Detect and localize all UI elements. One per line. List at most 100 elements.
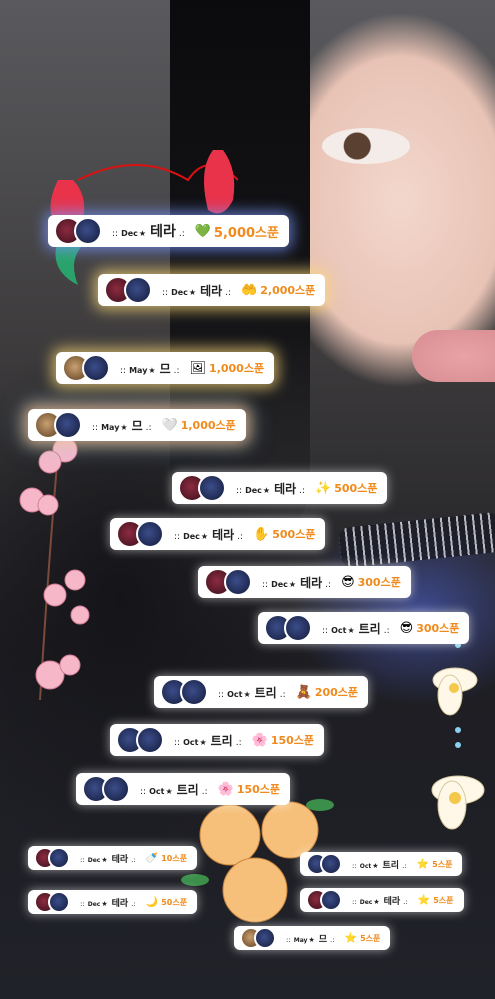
moon-icon: 🌙 (145, 896, 159, 908)
donor-dots: :: (174, 737, 181, 748)
donor-name: :: Oct ★ 트리.: (218, 684, 286, 701)
donation-badge[interactable]: :: Dec ★ 테라.: 🌙 50스푼 (28, 890, 198, 914)
donor-name: 테라 (200, 283, 223, 298)
donor-tail: .: (403, 897, 408, 906)
donor-dots: :: (162, 287, 169, 298)
donation-badge[interactable]: :: May ★ 므.: 🤍 1,000스푼 (28, 409, 246, 441)
donor-month: May (293, 936, 308, 944)
lips (412, 330, 495, 382)
cherry-blossom-decoration-icon (19, 429, 90, 701)
donor-name: 트리 (358, 621, 381, 636)
avatar (124, 276, 152, 304)
avatar-group (264, 614, 312, 642)
flower-icon: 🌸 (251, 732, 268, 748)
donor-dots: :: (92, 422, 99, 433)
avatar (198, 474, 226, 502)
star-icon: ⭐ (417, 894, 431, 906)
frame-icon: 🖼 (189, 360, 207, 376)
spoon-amount: 500스푼 (272, 528, 316, 541)
donation-badge[interactable]: :: May ★ 므.: ⭐ 5스푼 (234, 926, 391, 950)
donation-badge[interactable]: :: Dec ★ 테라.: 😎 300스푼 (198, 566, 411, 598)
donation-badge[interactable]: :: Oct ★ 트리.: 🧸 200스푼 (154, 676, 369, 708)
donor-name: 므 (318, 934, 328, 945)
avatar (180, 678, 208, 706)
donor-name: 트리 (254, 685, 277, 700)
donor-month: Dec (121, 229, 138, 238)
donor-star: ★ (308, 935, 315, 944)
donor-dots: :: (322, 625, 329, 636)
avatar-group (240, 927, 276, 949)
donor-tail: .: (145, 422, 152, 433)
donor-dots: :: (120, 365, 127, 376)
donor-star: ★ (347, 625, 355, 635)
heart-gem-icon: 💚 (194, 223, 211, 239)
donor-star: ★ (373, 897, 380, 906)
donor-tail: .: (237, 531, 244, 542)
donor-month: May (101, 422, 120, 432)
avatar-group (116, 520, 164, 548)
star-icon: ⭐ (344, 932, 358, 944)
donor-name: 테라 (383, 896, 401, 907)
donor-name: 테라 (150, 224, 176, 240)
flower-icon: 🌸 (217, 781, 234, 797)
donation-badge[interactable]: :: Dec ★ 테라.: ✋ 500스푼 (110, 518, 326, 550)
donor-name: 트리 (210, 733, 233, 748)
donor-month: Dec (171, 287, 188, 297)
live-stream-view: :: Dec ★ 테라.: 💚 5,000스푼:: Dec ★ 테라.: 🤲 2,000스푼:: Ma… (0, 0, 495, 999)
spoon-amount: 1,000스푼 (180, 419, 236, 432)
donor-dots: :: (112, 229, 119, 239)
eye (322, 128, 410, 164)
spoon-amount: 150스푼 (270, 734, 315, 747)
donor-name: :: Dec ★ 테라.: (262, 574, 331, 591)
donor-dots: :: (352, 861, 357, 870)
spoon-amount: 300스푼 (416, 622, 460, 635)
avatar (254, 927, 276, 949)
hands-icon: 🤲 (241, 282, 258, 298)
donor-name: :: Dec ★ 테라.: (236, 480, 305, 497)
donor-month: Oct (331, 625, 347, 635)
avatar-group (116, 726, 164, 754)
spoon-amount: 5,000스푼 (213, 225, 279, 241)
avatar-group (54, 217, 102, 245)
donor-month: Oct (359, 862, 372, 870)
donor-name: :: May ★ 므.: (92, 417, 152, 434)
spoon-amount: 50스푼 (161, 897, 188, 907)
donor-tail: .: (131, 855, 136, 864)
donor-dots: :: (236, 485, 243, 496)
donation-badge[interactable]: :: Oct ★ 트리.: 🌸 150스푼 (76, 773, 291, 805)
donor-name: :: Oct ★ 트리.: (352, 858, 407, 871)
donor-dots: :: (262, 579, 269, 590)
donor-month: Oct (183, 737, 199, 747)
donor-name: 테라 (212, 527, 235, 542)
donation-badge[interactable]: :: Dec ★ 테라.: ✨ 500스푼 (172, 472, 388, 504)
avatar (320, 853, 342, 875)
donor-name: :: Dec ★ 테라.: (80, 896, 136, 909)
donor-star: ★ (288, 579, 297, 589)
donor-name: :: Oct ★ 트리.: (140, 781, 208, 798)
star-icon: ⭐ (416, 858, 430, 870)
donor-star: ★ (120, 422, 128, 432)
donor-star: ★ (101, 855, 108, 864)
donor-name: 테라 (111, 854, 129, 865)
donation-badge[interactable]: :: Oct ★ 트리.: 😎 300스푼 (258, 612, 470, 644)
donor-tail: .: (173, 365, 180, 376)
donor-name: 테라 (274, 481, 297, 496)
avatar-group (34, 891, 70, 913)
donation-badge[interactable]: :: Dec ★ 테라.: ⭐ 5스푼 (300, 888, 464, 912)
avatar (102, 775, 130, 803)
donation-badge[interactable]: :: Dec ★ 테라.: 🍼 10스푼 (28, 846, 198, 870)
spoon-amount: 5스푼 (433, 895, 454, 905)
donor-dots: :: (352, 897, 357, 906)
donation-badge[interactable]: :: May ★ 므.: 🖼 1,000스푼 (56, 352, 275, 384)
donation-badge[interactable]: :: Oct ★ 트리.: 🌸 150스푼 (110, 724, 325, 756)
donation-badge[interactable]: :: Oct ★ 트리.: ⭐ 5스푼 (300, 852, 463, 876)
spoon-amount: 1,000스푼 (209, 362, 265, 375)
donor-month: Dec (87, 900, 101, 908)
donor-name: :: Oct ★ 트리.: (174, 732, 242, 749)
donation-badge[interactable]: :: Dec ★ 테라.: 🤲 2,000스푼 (98, 274, 326, 306)
donor-dots: :: (174, 531, 181, 542)
donation-badge[interactable]: :: Dec ★ 테라.: 💚 5,000스푼 (48, 215, 289, 247)
avatar-group (104, 276, 152, 304)
donor-tail: .: (279, 689, 286, 700)
hand-icon: ✋ (253, 526, 270, 542)
